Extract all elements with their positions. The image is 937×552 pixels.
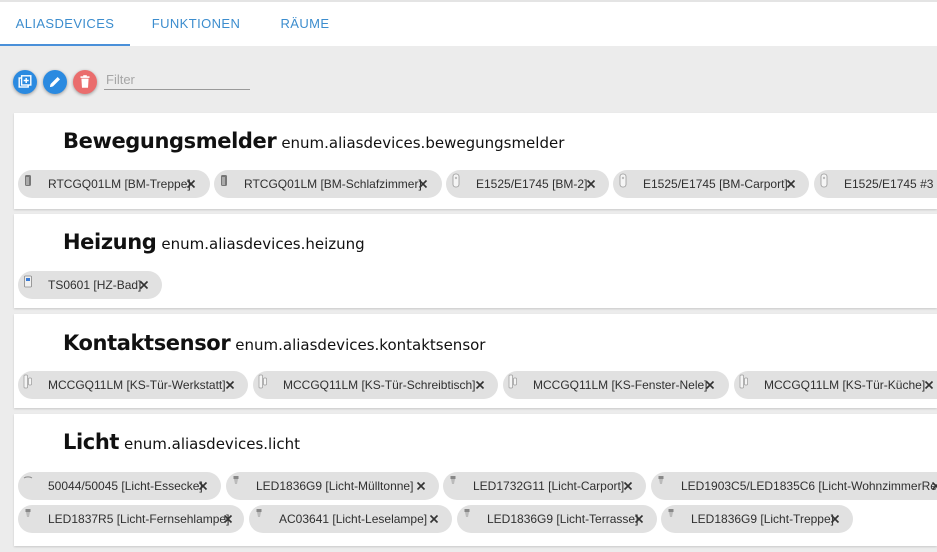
motion-sensor-icon	[820, 173, 828, 188]
device-label: RTCGQ01LM [BM-Treppe]	[48, 177, 191, 191]
group-name: Bewegungsmelder	[63, 129, 277, 153]
motion-sensor-icon	[619, 173, 627, 188]
device-chip[interactable]: E1525/E1745 [BM-Carport]	[613, 170, 809, 198]
group-card-heizung: Heizung enum.aliasdevices.heizung TS0601 …	[14, 214, 937, 308]
device-label: 50044/50045 [Licht-Essecke]	[48, 479, 203, 493]
group-card-licht: Licht enum.aliasdevices.licht 50044/50045…	[14, 414, 937, 546]
device-chip[interactable]: MCCGQ11LM [KS-Tür-Schreibtisch]	[253, 371, 498, 399]
device-chip[interactable]: E1525/E1745 [BM-2]	[446, 170, 609, 198]
contact-sensor-icon	[258, 374, 267, 389]
bulb-icon	[668, 509, 674, 517]
bulb-icon	[23, 476, 33, 479]
bulb-icon	[25, 509, 31, 517]
remove-icon[interactable]	[828, 512, 842, 526]
filter-input[interactable]	[104, 70, 250, 90]
remove-icon[interactable]	[184, 177, 198, 191]
device-label: MCCGQ11LM [KS-Tür-Küche]	[764, 378, 926, 392]
motion-sensor-icon	[221, 175, 227, 186]
group-card-kontaktsensor: Kontaktsensor enum.aliasdevices.kontaktse…	[14, 314, 937, 408]
remove-icon[interactable]	[632, 512, 646, 526]
device-label: LED1836G9 [Licht-Terrasse]	[487, 512, 639, 526]
device-chip[interactable]: MCCGQ11LM [KS-Fenster-Nele]	[503, 371, 729, 399]
remove-icon[interactable]	[473, 378, 487, 392]
device-chip[interactable]: RTCGQ01LM [BM-Schlafzimmer]	[214, 170, 442, 198]
device-label: MCCGQ11LM [KS-Tür-Werkstatt]	[48, 378, 226, 392]
remove-icon[interactable]	[584, 177, 598, 191]
group-title: Kontaktsensor enum.aliasdevices.kontaktse…	[63, 331, 485, 355]
motion-sensor-icon	[25, 175, 31, 186]
remove-icon[interactable]	[427, 512, 441, 526]
group-enum-id: enum.aliasdevices.heizung	[161, 235, 365, 253]
remove-icon[interactable]	[784, 177, 798, 191]
group-name: Licht	[63, 430, 120, 454]
device-chip[interactable]: MCCGQ11LM [KS-Tür-Küche]	[734, 371, 937, 399]
group-title: Heizung enum.aliasdevices.heizung	[63, 230, 365, 254]
remove-icon[interactable]	[414, 479, 428, 493]
toolbar	[0, 46, 937, 112]
device-chip[interactable]: TS0601 [HZ-Bad]	[18, 271, 162, 299]
group-name: Heizung	[63, 230, 157, 254]
remove-icon[interactable]	[416, 177, 430, 191]
remove-icon[interactable]	[223, 378, 237, 392]
group-title: Licht enum.aliasdevices.licht	[63, 430, 300, 454]
contact-sensor-icon	[23, 374, 32, 389]
tab-aliasdevices[interactable]: ALIASDEVICES	[0, 2, 130, 46]
bulb-icon	[464, 509, 470, 517]
device-chip[interactable]: LED1903C5/LED1835C6 [Licht-WohnzimmerRe]	[651, 472, 937, 500]
device-label: E1525/E1745 [BM-Carport]	[643, 177, 788, 191]
thermostat-icon	[24, 275, 32, 288]
group-card-bewegungsmelder: Bewegungsmelder enum.aliasdevices.bewegun…	[14, 113, 937, 209]
device-chip[interactable]: LED1732G11 [Licht-Carport]	[443, 472, 646, 500]
device-label: TS0601 [HZ-Bad]	[48, 278, 142, 292]
device-chip[interactable]: E1525/E1745 #3 [BM-Garage]	[814, 170, 937, 198]
device-chip[interactable]: LED1836G9 [Licht-Mülltonne]	[226, 472, 439, 500]
remove-icon[interactable]	[621, 479, 635, 493]
trash-icon	[80, 75, 90, 88]
device-chip[interactable]: LED1836G9 [Licht-Terrasse]	[457, 505, 657, 533]
device-label: LED1732G11 [Licht-Carport]	[473, 479, 625, 493]
remove-icon[interactable]	[929, 479, 937, 493]
device-chip[interactable]: MCCGQ11LM [KS-Tür-Werkstatt]	[18, 371, 248, 399]
add-folder-icon	[18, 75, 32, 88]
edit-button[interactable]	[43, 70, 67, 94]
tab-raeume[interactable]: RÄUME	[262, 2, 348, 46]
device-label: MCCGQ11LM [KS-Tür-Schreibtisch]	[283, 378, 476, 392]
tab-bar: ALIASDEVICES FUNKTIONEN RÄUME	[0, 0, 937, 46]
remove-icon[interactable]	[137, 278, 151, 292]
group-enum-id: enum.aliasdevices.kontaktsensor	[235, 336, 486, 354]
device-label: LED1903C5/LED1835C6 [Licht-WohnzimmerRe]	[681, 479, 937, 493]
contact-sensor-icon	[739, 374, 748, 389]
remove-icon[interactable]	[221, 512, 235, 526]
add-button[interactable]	[13, 70, 37, 94]
device-chip[interactable]: LED1836G9 [Licht-Treppe]	[661, 505, 853, 533]
group-enum-id: enum.aliasdevices.bewegungsmelder	[281, 134, 565, 152]
device-label: AC03641 [Licht-Leselampe]	[279, 512, 428, 526]
device-chip[interactable]: RTCGQ01LM [BM-Treppe]	[18, 170, 210, 198]
device-chip[interactable]: 50044/50045 [Licht-Essecke]	[18, 472, 221, 500]
group-name: Kontaktsensor	[63, 331, 231, 355]
device-chip[interactable]: LED1837R5 [Licht-Fernsehlampe]	[18, 505, 244, 533]
device-label: LED1836G9 [Licht-Treppe]	[691, 512, 834, 526]
group-enum-id: enum.aliasdevices.licht	[124, 435, 301, 453]
device-chip[interactable]: AC03641 [Licht-Leselampe]	[249, 505, 452, 533]
group-title: Bewegungsmelder enum.aliasdevices.bewegun…	[63, 129, 564, 153]
contact-sensor-icon	[508, 374, 517, 389]
bulb-icon	[256, 509, 262, 517]
remove-icon[interactable]	[922, 378, 936, 392]
delete-button[interactable]	[73, 70, 97, 94]
device-label: LED1837R5 [Licht-Fernsehlampe]	[48, 512, 230, 526]
device-label: E1525/E1745 [BM-2]	[476, 177, 588, 191]
device-label: MCCGQ11LM [KS-Fenster-Nele]	[533, 378, 708, 392]
remove-icon[interactable]	[703, 378, 717, 392]
motion-sensor-icon	[452, 173, 460, 188]
device-label: LED1836G9 [Licht-Mülltonne]	[256, 479, 414, 493]
bulb-icon	[658, 476, 664, 484]
remove-icon[interactable]	[196, 479, 210, 493]
pencil-icon	[50, 77, 60, 87]
bulb-icon	[450, 476, 456, 484]
bulb-icon	[233, 476, 239, 484]
device-label: RTCGQ01LM [BM-Schlafzimmer]	[244, 177, 422, 191]
tab-funktionen[interactable]: FUNKTIONEN	[131, 2, 261, 46]
device-label: E1525/E1745 #3 [BM-Garage]	[844, 177, 937, 191]
